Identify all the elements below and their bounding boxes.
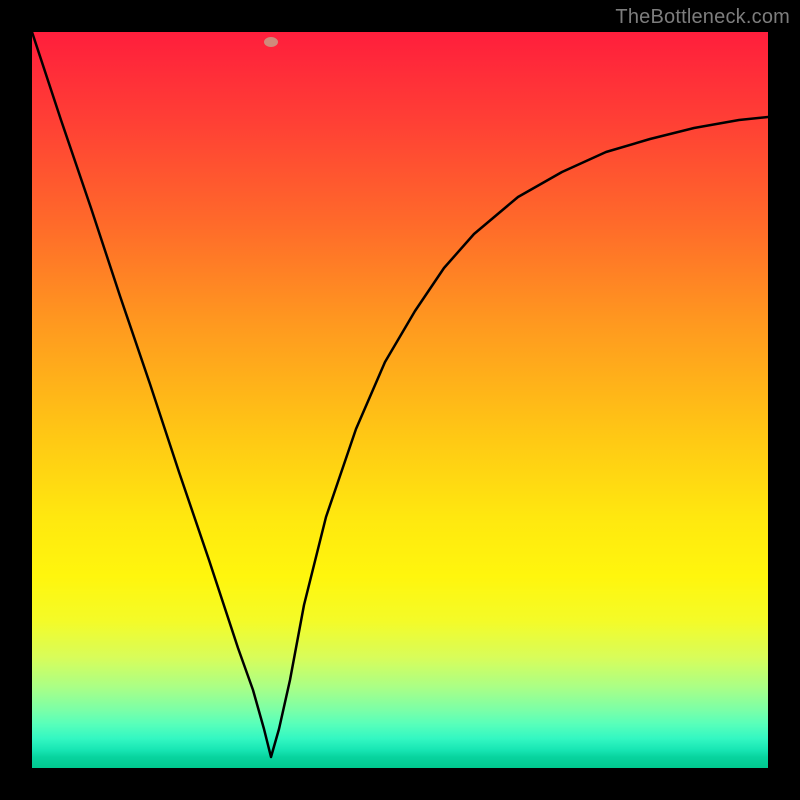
chart-frame: TheBottleneck.com — [0, 0, 800, 800]
plot-area — [32, 32, 768, 768]
curve-svg — [32, 32, 768, 768]
optimum-marker — [264, 37, 278, 47]
watermark-text: TheBottleneck.com — [615, 6, 790, 29]
bottleneck-curve-path — [32, 32, 768, 757]
